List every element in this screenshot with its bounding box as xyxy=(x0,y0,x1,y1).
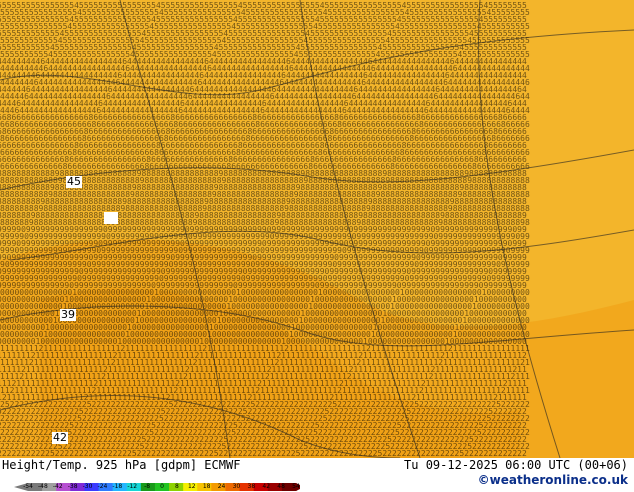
map-title: Height/Temp. 925 hPa [gdpm] ECMWF xyxy=(2,458,241,472)
texture-row: 2222222222252222222222222222522222222222… xyxy=(0,449,527,458)
scale-tick-label: 42 xyxy=(262,483,271,490)
scale-tick-label: 24 xyxy=(217,483,226,490)
scale-tick-label: 30 xyxy=(232,483,241,490)
scale-tick-label: -8 xyxy=(144,483,151,490)
scale-tick-label: -18 xyxy=(112,483,123,490)
contour-label: 45 xyxy=(66,175,82,188)
scale-tick-label: 0 xyxy=(160,483,164,490)
contour-label: 39 xyxy=(60,308,76,321)
scale-tick-label: -24 xyxy=(97,483,108,490)
weather-map: 5555555555555555455555555555555554555555… xyxy=(0,0,634,458)
site-credit[interactable]: ©weatheronline.co.uk xyxy=(478,473,628,487)
scale-tick-label: -48 xyxy=(37,483,48,490)
scale-tick-label: 8 xyxy=(174,483,179,490)
scale-tick-label: 12 xyxy=(187,483,196,490)
data-texture: 5555555555555555455555555555555554555555… xyxy=(0,1,530,458)
scale-tick-label: 54 xyxy=(292,483,300,490)
scale-tick-label: 48 xyxy=(277,483,285,490)
valid-time: Tu 09-12-2025 06:00 UTC (00+06) xyxy=(404,458,628,472)
scale-tick-label: -30 xyxy=(82,483,93,490)
contour-label: 42 xyxy=(52,431,68,444)
station-marker xyxy=(104,212,118,224)
scale-tick-label: -42 xyxy=(52,483,63,490)
scale-tick-label: -54 xyxy=(23,483,33,490)
scale-tick-label: 18 xyxy=(202,483,211,490)
scale-tick-label: -38 xyxy=(67,483,78,490)
scale-tick-label: -12 xyxy=(127,483,138,490)
temperature-field: 5555555555555555455555555555555554555555… xyxy=(0,0,634,458)
scale-tick-label: 38 xyxy=(247,483,256,490)
info-bar: Height/Temp. 925 hPa [gdpm] ECMWF Tu 09-… xyxy=(0,458,634,491)
